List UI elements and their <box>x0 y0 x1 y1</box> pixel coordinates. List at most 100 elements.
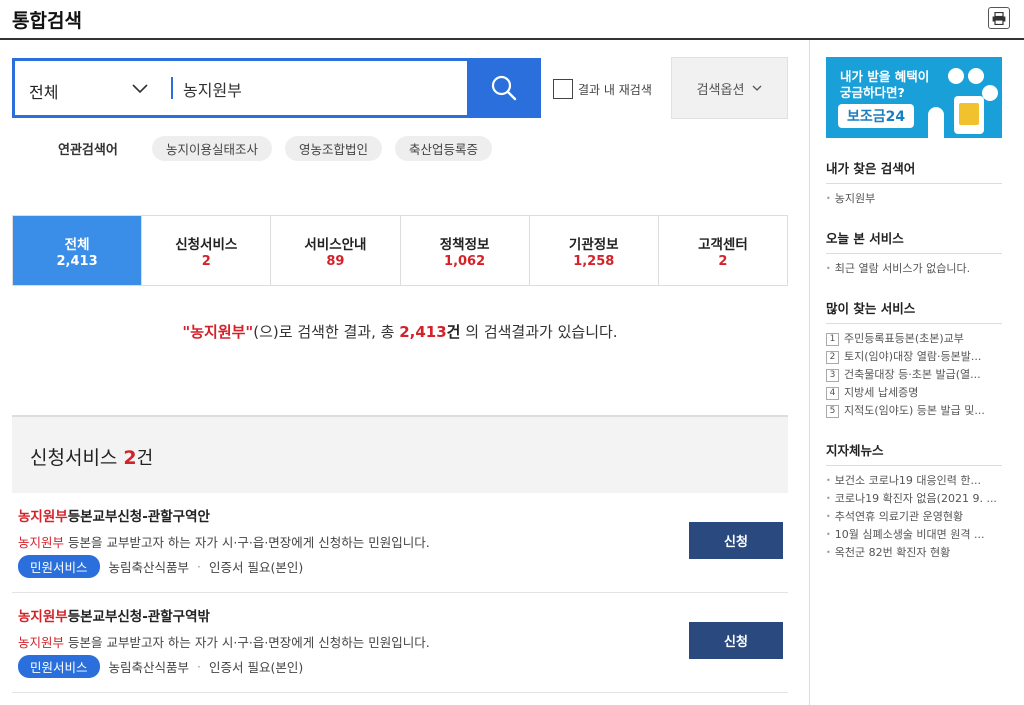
research-checkbox[interactable]: 결과 내 재검색 <box>553 79 652 99</box>
rank-number: 2 <box>826 351 839 364</box>
result-desc-text: 등본을 교부받고자 하는 자가 시·구·읍·면장에게 신청하는 민원입니다. <box>64 635 430 650</box>
summary-unit: 건 <box>446 323 461 341</box>
result-desc-keyword: 농지원부 <box>18 635 65 650</box>
my-searches-section: 내가 찾은 검색어 • 농지원부 <box>826 158 1002 208</box>
related-keywords-label: 연관검색어 <box>58 142 118 158</box>
person-illustration <box>928 107 944 138</box>
tab-all[interactable]: 전체 2,413 <box>13 216 142 285</box>
search-icon <box>491 75 517 101</box>
decoration-icon <box>948 68 964 84</box>
chevron-down-icon <box>132 84 148 94</box>
result-org: 농림축산식품부 <box>108 560 190 575</box>
result-title-keyword: 농지원부 <box>18 509 68 525</box>
local-news-item[interactable]: • 옥천군 82번 확진자 현황 <box>826 544 1002 562</box>
local-news-item[interactable]: • 보건소 코로나19 대응인력 한... <box>826 472 1002 490</box>
popular-service-item[interactable]: 1 주민등록표등본(초본)교부 <box>826 330 1002 348</box>
search-box: 전체 <box>12 58 541 118</box>
research-label: 결과 내 재검색 <box>578 82 652 97</box>
local-news-text: 추석연휴 의료기관 운영현황 <box>834 510 964 523</box>
result-title-text: 등본교부신청-관할구역안 <box>67 509 210 525</box>
input-cursor-bar <box>171 77 173 99</box>
result-auth: 인증서 필요(본인) <box>209 560 304 575</box>
related-tag[interactable]: 영농조합법인 <box>285 135 383 161</box>
local-news-item[interactable]: • 추석연휴 의료기관 운영현황 <box>826 508 1002 526</box>
meta-separator: · <box>197 659 202 674</box>
decoration-icon <box>982 85 998 101</box>
search-input[interactable] <box>183 75 469 103</box>
result-description: 농지원부 등본을 교부받고자 하는 자가 시·구·읍·면장에게 신청하는 민원입… <box>18 632 430 651</box>
tab-count: 1,062 <box>444 253 486 269</box>
tab-label: 고객센터 <box>698 236 748 253</box>
tab-customer-center[interactable]: 고객센터 2 <box>657 216 787 285</box>
page-title: 통합검색 <box>12 10 82 32</box>
search-scope-select[interactable]: 전체 <box>29 79 169 103</box>
section-title-text: 신청서비스 <box>30 447 118 469</box>
result-auth: 인증서 필요(본인) <box>209 660 304 675</box>
apply-button[interactable]: 신청 <box>689 522 783 559</box>
print-button[interactable] <box>988 7 1010 29</box>
category-badge: 민원서비스 <box>18 555 100 578</box>
result-meta: 민원서비스 농림축산식품부 · 인증서 필요(본인) <box>18 655 303 678</box>
popular-service-item[interactable]: 4 지방세 납세증명 <box>826 384 1002 402</box>
page-header: 통합검색 <box>0 0 1024 40</box>
section-title: 신청서비스 2건 <box>30 443 153 470</box>
rank-number: 5 <box>826 405 839 418</box>
search-options-button[interactable]: 검색옵션 <box>671 57 788 119</box>
popular-service-text: 건축물대장 등·초본 발급(열... <box>844 368 981 381</box>
tab-agency-info[interactable]: 기관정보 1,258 <box>528 216 658 285</box>
result-item: 농지원부등본교부신청-관할구역밖 농지원부 등본을 교부받고자 하는 자가 시·… <box>12 593 788 693</box>
bullet-icon: • <box>826 476 831 485</box>
local-news-section: 지자체뉴스 • 보건소 코로나19 대응인력 한... • 코로나19 확진자 없음… <box>826 440 1002 562</box>
tab-count: 2 <box>718 253 728 269</box>
tab-policy-info[interactable]: 정책정보 1,062 <box>399 216 529 285</box>
local-news-text: 10월 심폐소생술 비대면 원격 ... <box>834 528 985 541</box>
result-title-link[interactable]: 농지원부등본교부신청-관할구역밖 <box>18 605 210 625</box>
bullet-icon: • <box>826 548 831 557</box>
result-title-text: 등본교부신청-관할구역밖 <box>67 609 210 625</box>
local-news-item[interactable]: • 10월 심폐소생술 비대면 원격 ... <box>826 526 1002 544</box>
category-tabs: 전체 2,413 신청서비스 2 서비스안내 89 정책정보 1,062 기관정… <box>12 215 788 286</box>
popular-service-item[interactable]: 5 지적도(임야도) 등본 발급 및... <box>826 402 1002 420</box>
related-tag[interactable]: 농지이용실태조사 <box>152 135 273 161</box>
popular-service-text: 지방세 납세증명 <box>844 386 919 399</box>
rank-number: 3 <box>826 369 839 382</box>
local-news-title: 지자체뉴스 <box>826 440 1002 466</box>
apply-button[interactable]: 신청 <box>689 622 783 659</box>
tab-service-guide[interactable]: 서비스안내 89 <box>270 216 399 285</box>
printer-icon <box>992 11 1006 25</box>
bullet-icon: • <box>826 530 831 539</box>
checkbox-box[interactable] <box>553 79 573 99</box>
today-viewed-title: 오늘 본 서비스 <box>826 228 1002 254</box>
result-meta: 민원서비스 농림축산식품부 · 인증서 필요(본인) <box>18 555 303 578</box>
result-description: 농지원부 등본을 교부받고자 하는 자가 시·구·읍·면장에게 신청하는 민원입… <box>18 532 430 551</box>
popular-service-item[interactable]: 2 토지(임야)대장 열람·등본발... <box>826 348 1002 366</box>
popular-services-title: 많이 찾는 서비스 <box>826 298 1002 324</box>
today-viewed-section: 오늘 본 서비스 • 최근 열람 서비스가 없습니다. <box>826 228 1002 278</box>
related-tag[interactable]: 축산업등록증 <box>395 135 493 161</box>
subsidy-banner[interactable]: 내가 받을 혜택이 궁금하다면? 보조금24 <box>826 57 1002 138</box>
result-title-link[interactable]: 농지원부등본교부신청-관할구역안 <box>18 505 210 525</box>
local-news-item[interactable]: • 코로나19 확진자 없음(2021 9. ... <box>826 490 1002 508</box>
section-header: 신청서비스 2건 <box>12 415 788 493</box>
tab-apply-services[interactable]: 신청서비스 2 <box>141 216 270 285</box>
tab-count: 89 <box>326 253 345 269</box>
today-viewed-empty: • 최근 열람 서비스가 없습니다. <box>826 260 1002 278</box>
search-button[interactable] <box>467 58 541 118</box>
local-news-text: 보건소 코로나19 대응인력 한... <box>834 474 982 487</box>
summary-keyword: "농지원부" <box>182 323 254 341</box>
tab-label: 기관정보 <box>568 236 619 253</box>
popular-service-text: 주민등록표등본(초본)교부 <box>844 332 964 345</box>
result-org: 농림축산식품부 <box>108 660 190 675</box>
local-news-text: 코로나19 확진자 없음(2021 9. ... <box>834 492 997 505</box>
popular-service-item[interactable]: 3 건축물대장 등·초본 발급(열... <box>826 366 1002 384</box>
my-search-item[interactable]: • 농지원부 <box>826 190 1002 208</box>
result-title-keyword: 농지원부 <box>18 609 68 625</box>
tab-label: 서비스안내 <box>304 236 367 253</box>
phone-screen-illustration <box>959 103 979 125</box>
rank-number: 4 <box>826 387 839 400</box>
local-news-text: 옥천군 82번 확진자 현황 <box>834 546 951 559</box>
meta-separator: · <box>197 559 202 574</box>
chevron-down-icon <box>752 85 762 91</box>
summary-text-end: 의 검색결과가 있습니다. <box>460 323 618 341</box>
result-desc-keyword: 농지원부 <box>18 535 65 550</box>
